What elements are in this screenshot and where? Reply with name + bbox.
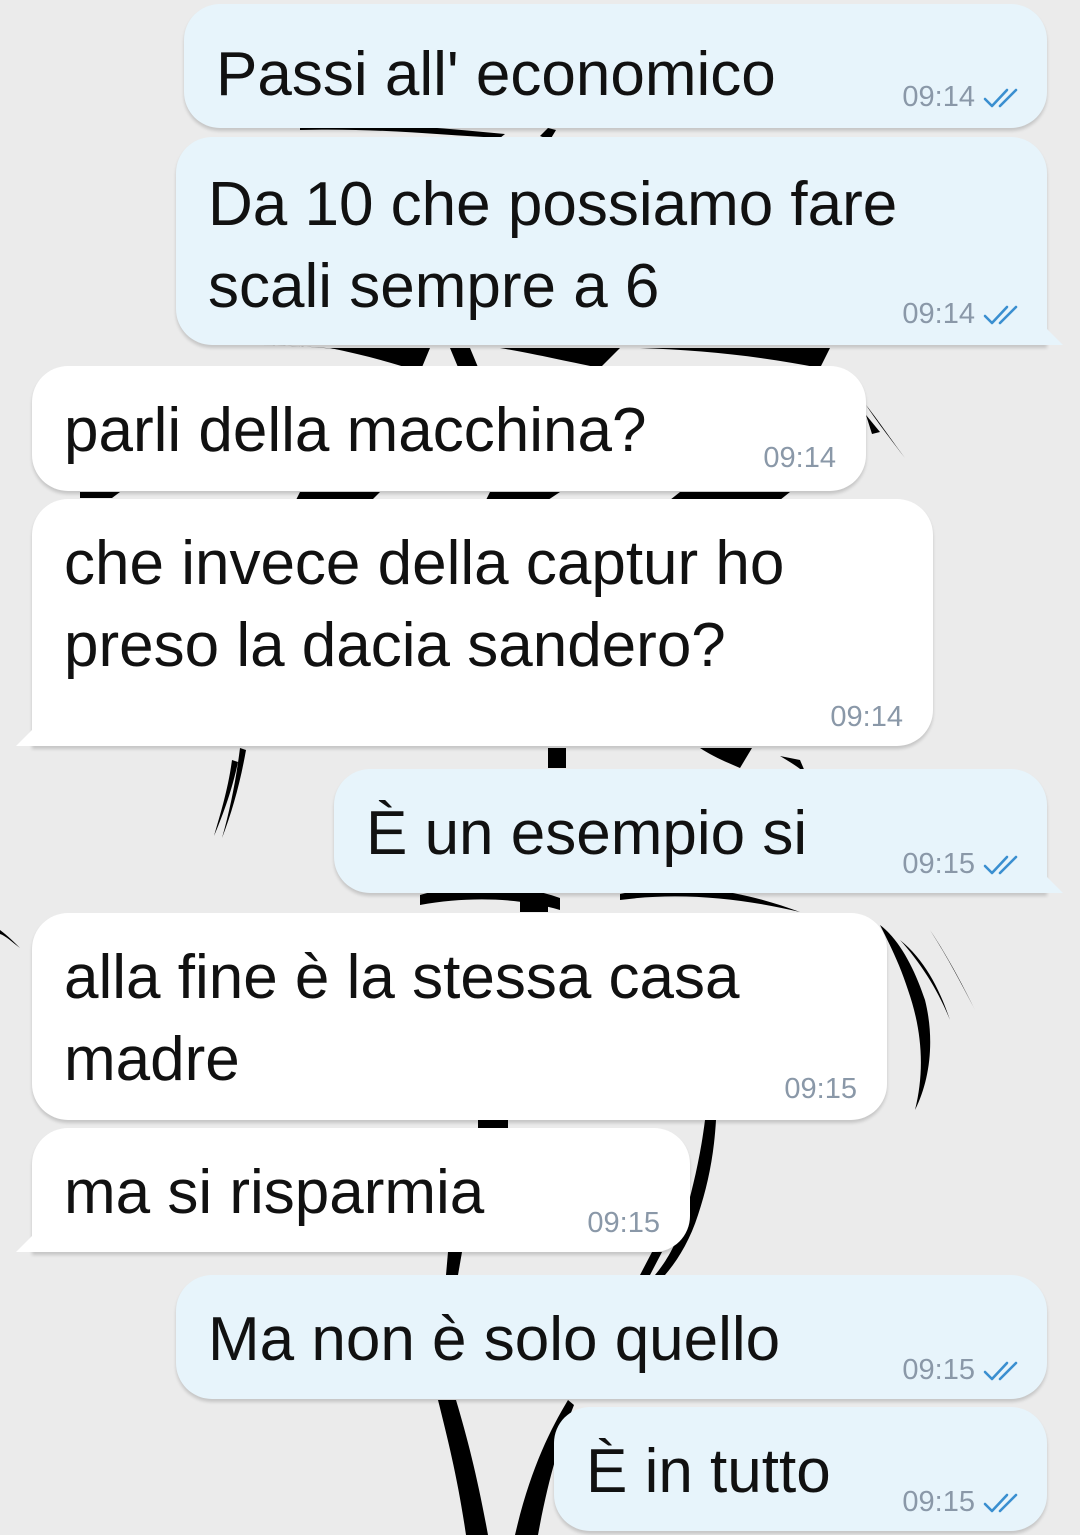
message-text: ma si risparmia [64,1158,485,1227]
double-check-icon [983,88,1018,107]
outgoing-message-bubble[interactable]: Passi all' economico 09:14 [184,4,1047,128]
outgoing-message-bubble[interactable]: Ma non è solo quello 09:15 [176,1275,1047,1399]
message-text: alla fine è la stessa casa madre [64,943,740,1094]
message-time: 09:15 [902,1354,975,1386]
outgoing-message-bubble[interactable]: È in tutto 09:15 [554,1407,1047,1531]
message-time: 09:14 [830,701,903,733]
message-time: 09:15 [902,1486,975,1518]
message-time: 09:14 [902,81,975,113]
message-time: 09:14 [763,442,836,474]
message-time: 09:15 [902,848,975,880]
message-time: 09:14 [902,298,975,330]
double-check-icon [983,1493,1018,1512]
message-text: parli della macchina? [64,396,647,465]
double-check-icon [983,855,1018,874]
incoming-message-bubble[interactable]: parli della macchina? 09:14 [32,366,866,491]
double-check-icon [983,1361,1018,1380]
message-time: 09:15 [784,1073,857,1105]
incoming-message-bubble[interactable]: alla fine è la stessa casa madre 09:15 [32,913,887,1120]
incoming-message-bubble[interactable]: che invece della captur ho preso la daci… [16,499,933,746]
message-text: Da 10 che possiamo fare scali sempre a 6 [208,170,898,321]
message-text: che invece della captur ho preso la daci… [64,529,785,680]
incoming-message-bubble[interactable]: ma si risparmia 09:15 [16,1128,690,1252]
message-time: 09:15 [587,1207,660,1239]
outgoing-message-bubble[interactable]: Da 10 che possiamo fare scali sempre a 6… [176,137,1063,345]
message-text: Passi all' economico [216,40,776,109]
outgoing-message-bubble[interactable]: È un esempio si 09:15 [334,769,1063,893]
message-text: Ma non è solo quello [208,1305,781,1374]
double-check-icon [983,305,1018,324]
